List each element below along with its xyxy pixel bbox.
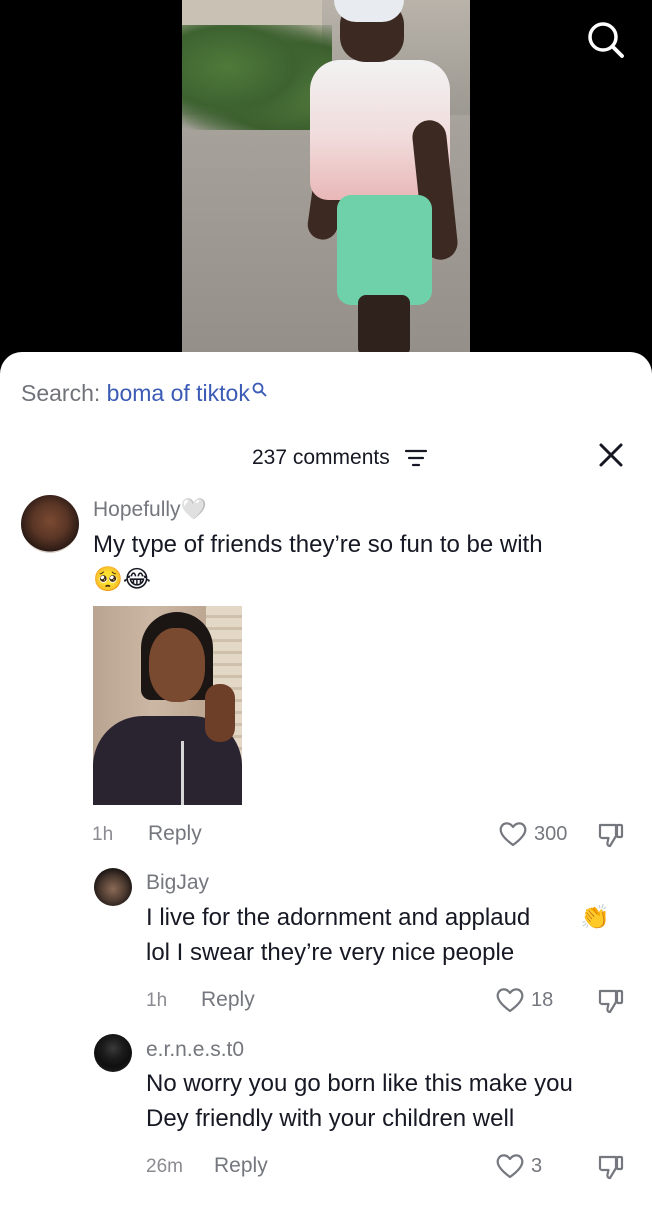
avatar[interactable]: [94, 1034, 132, 1072]
like-count: 18: [531, 988, 554, 1011]
comments-sheet: Search: boma of tiktok 237 comments Hope…: [0, 352, 652, 1212]
comment-text: Dey friendly with your children well: [146, 1105, 515, 1132]
comments-header: 237 comments: [0, 443, 652, 474]
comment-text: lol I swear they’re very nice people: [146, 939, 515, 966]
like-button[interactable]: 300: [498, 820, 567, 848]
filter-icon[interactable]: [405, 448, 427, 468]
comment-text: I live for the adornment and applaud: [146, 904, 531, 931]
video-player[interactable]: [0, 0, 652, 360]
search-query[interactable]: boma of tiktok: [107, 380, 250, 406]
avatar[interactable]: [21, 495, 79, 553]
comment-time: 1h: [92, 824, 114, 845]
comments-count: 237 comments: [252, 446, 390, 469]
reply-button[interactable]: Reply: [214, 1154, 268, 1178]
dislike-icon[interactable]: [596, 986, 626, 1016]
like-button[interactable]: 18: [495, 986, 553, 1014]
comment-time: 26m: [146, 1156, 183, 1177]
comment-username[interactable]: BigJay: [146, 871, 209, 895]
video-search-button[interactable]: [584, 18, 628, 62]
dislike-icon[interactable]: [596, 820, 626, 850]
comment-emoji: 👏: [580, 904, 610, 931]
close-icon: [599, 443, 623, 467]
search-icon: [588, 22, 624, 58]
comment-emojis: 🥺😂: [93, 566, 151, 593]
comment-username[interactable]: Hopefully🤍: [93, 498, 207, 522]
video-person-cap: [334, 0, 404, 22]
dislike-icon[interactable]: [596, 1152, 626, 1182]
search-icon: [252, 382, 267, 397]
comment-text: My type of friends they’re so fun to be …: [93, 531, 543, 558]
comment-time: 1h: [146, 990, 168, 1011]
heart-icon: [499, 822, 527, 847]
photo-zip: [181, 741, 184, 805]
reply-button[interactable]: Reply: [148, 822, 202, 846]
comment-username[interactable]: e.r.n.e.s.t0: [146, 1038, 244, 1062]
like-button[interactable]: 3: [495, 1152, 542, 1180]
video-person-shorts: [337, 195, 432, 305]
photo-hand: [205, 684, 235, 742]
heart-icon: [496, 1154, 524, 1179]
avatar[interactable]: [94, 868, 132, 906]
search-suggestion[interactable]: Search: boma of tiktok: [21, 380, 267, 407]
video-frame: [182, 0, 470, 356]
close-comments-button[interactable]: [596, 440, 626, 470]
comment-text: No worry you go born like this make you: [146, 1070, 573, 1097]
reply-button[interactable]: Reply: [201, 988, 255, 1012]
comment-photo[interactable]: [93, 606, 242, 805]
search-prefix: Search:: [21, 380, 101, 406]
video-person-legs: [358, 295, 410, 356]
like-count: 3: [531, 1154, 543, 1177]
photo-face: [149, 628, 205, 702]
like-count: 300: [534, 822, 568, 845]
heart-icon: [496, 988, 524, 1013]
